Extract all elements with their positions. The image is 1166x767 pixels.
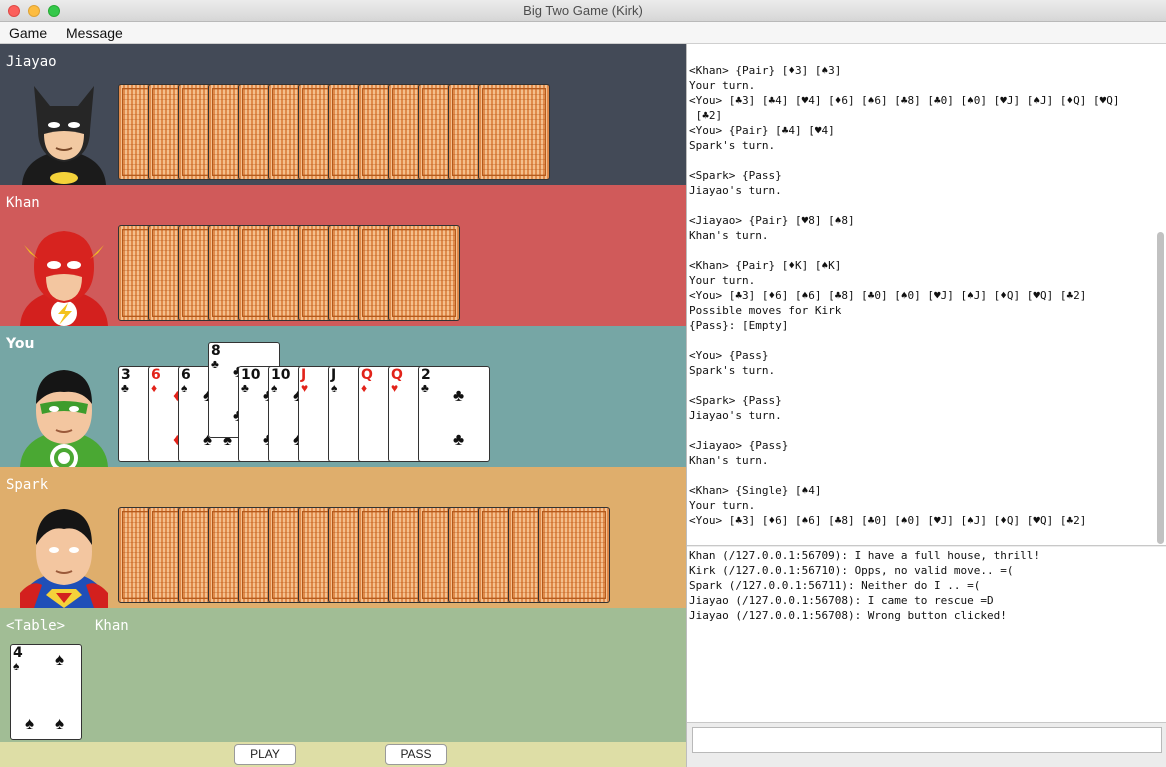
card-suit: ♥ [391, 381, 399, 395]
hand-card[interactable]: 2 ♣ ♣ ♣ [418, 366, 490, 462]
table-last-player: Khan [95, 618, 129, 634]
card-suit: ♦ [361, 381, 368, 395]
card-back [388, 225, 460, 321]
card-back [538, 507, 610, 603]
card-suit: ♣ [421, 381, 429, 395]
card-suit: ♠ [13, 659, 20, 673]
table-card: 4 ♠ ♠ ♠ ♠ [10, 644, 82, 740]
game-log[interactable]: <Khan> {Pair} [♦3] [♠3] Your turn. <You>… [687, 44, 1166, 546]
card-pip: ♣ [453, 386, 465, 405]
player-row-jiayao: Jiayao [0, 44, 686, 185]
log-scrollbar[interactable] [1157, 232, 1164, 544]
player-name: Khan [6, 195, 40, 211]
menu-message[interactable]: Message [66, 25, 123, 41]
chat-input[interactable] [692, 727, 1162, 753]
right-panel: <Khan> {Pair} [♦3] [♠3] Your turn. <You>… [686, 44, 1166, 767]
menu-game[interactable]: Game [9, 25, 47, 41]
card-suit: ♣ [121, 381, 129, 395]
player-row-you: You 3♣♣♣♣6♦♦♦♦♦6♠♠♠♠♠8♣♣♣♣♣10♣♣♣♣♣10♠♠♠♠… [0, 326, 686, 467]
card-suit: ♣ [241, 381, 249, 395]
player-row-spark: Spark [0, 467, 686, 608]
menu-bar: Game Message [0, 22, 1166, 44]
card-suit: ♠ [181, 381, 188, 395]
player-name: You [6, 336, 35, 352]
action-bar: PLAY PASS [0, 742, 686, 767]
flash-avatar [12, 219, 116, 326]
card-pip: ♠ [55, 714, 65, 733]
card-suit: ♦ [151, 381, 158, 395]
card-suit: ♠ [331, 381, 338, 395]
game-board: Jiayao Khan You 3 ♣ 6 ♦ 6 ♠ ♠ ♠ 8 ♣ 10 ♣… [0, 44, 686, 767]
close-window-button[interactable] [8, 5, 20, 17]
maximize-window-button[interactable] [48, 5, 60, 17]
table-label: <Table> [6, 618, 66, 634]
batman-avatar [12, 78, 116, 185]
title-bar: Big Two Game (Kirk) [0, 0, 1166, 22]
card-back [478, 84, 550, 180]
game-log-text: <Khan> {Pair} [♦3] [♠3] Your turn. <You>… [689, 64, 1120, 527]
chat-messages[interactable]: Khan (/127.0.0.1:56709): I have a full h… [687, 547, 1166, 723]
player-name: Jiayao [6, 54, 57, 70]
table-area: <Table> Khan 4 ♠ ♠ ♠ ♠ [0, 608, 686, 742]
card-suit: ♠ [271, 381, 278, 395]
pass-button[interactable]: PASS [385, 744, 447, 765]
card-suit: ♥ [301, 381, 309, 395]
lantern-avatar [12, 360, 116, 467]
minimize-window-button[interactable] [28, 5, 40, 17]
card-pip: ♠ [55, 650, 65, 669]
window-title: Big Two Game (Kirk) [523, 3, 643, 18]
card-suit: ♣ [211, 357, 219, 371]
player-row-khan: Khan [0, 185, 686, 326]
player-name: Spark [6, 477, 49, 493]
superman-avatar [12, 501, 116, 608]
card-pip: ♠ [25, 714, 35, 733]
play-button[interactable]: PLAY [234, 744, 296, 765]
card-pip: ♣ [453, 430, 465, 449]
chat-messages-text: Khan (/127.0.0.1:56709): I have a full h… [689, 549, 1040, 622]
